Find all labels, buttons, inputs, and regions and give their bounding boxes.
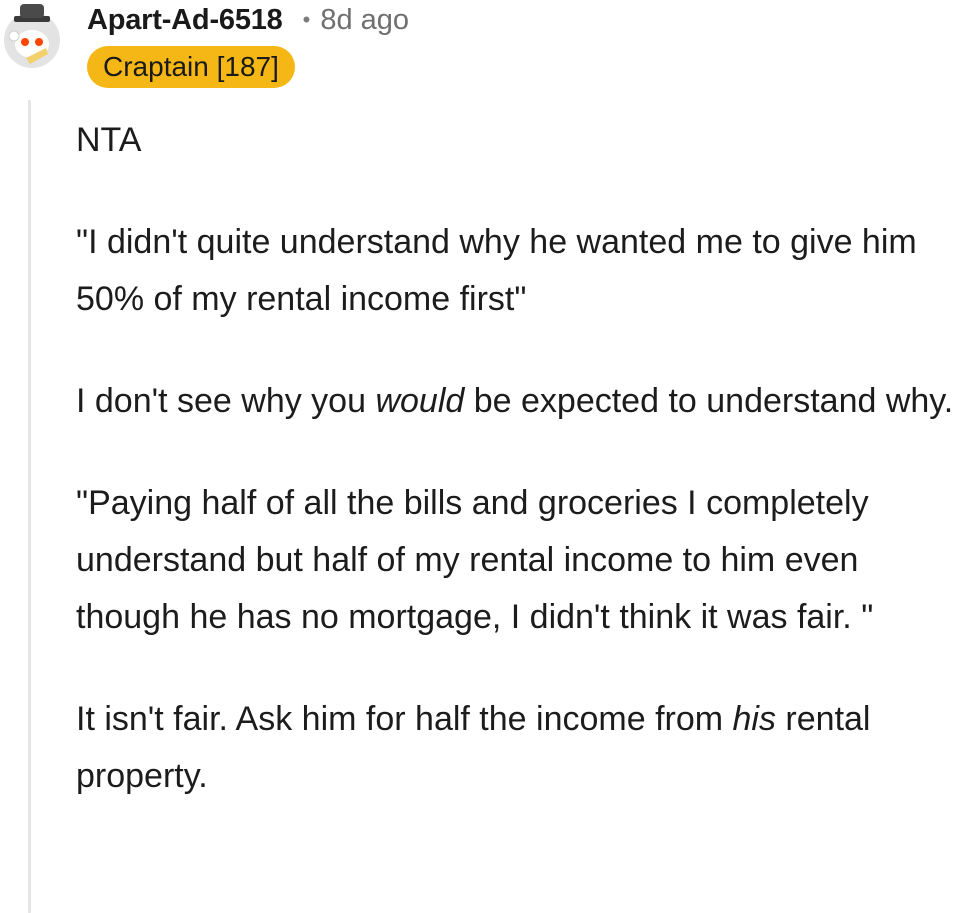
comment-paragraph: NTA bbox=[76, 121, 142, 159]
timestamp[interactable]: 8d ago bbox=[320, 4, 409, 37]
paragraph-text: I don't see why you bbox=[76, 382, 376, 420]
emphasized-text: would bbox=[375, 382, 465, 420]
comment-paragraph: It isn't fair. Ask him for half the inco… bbox=[76, 691, 969, 805]
thread-collapse-line[interactable] bbox=[28, 100, 31, 913]
snoo-avatar-icon[interactable] bbox=[0, 0, 64, 72]
comment-header: Apart-Ad-6518 • 8d ago bbox=[87, 0, 409, 40]
paragraph-text: It isn't fair. Ask him for half the inco… bbox=[76, 700, 733, 738]
separator-dot: • bbox=[302, 7, 311, 32]
comment-paragraph: I don't see why you would be expected to… bbox=[76, 373, 969, 430]
user-flair-badge: Craptain [187] bbox=[87, 46, 295, 88]
comment-paragraph: "Paying half of all the bills and grocer… bbox=[76, 484, 874, 636]
emphasized-text: his bbox=[732, 700, 776, 738]
paragraph-text: be expected to understand why. bbox=[464, 382, 954, 420]
username-link[interactable]: Apart-Ad-6518 bbox=[87, 4, 283, 37]
comment-body: NTA "I didn't quite understand why he wa… bbox=[76, 112, 969, 850]
comment-paragraph: "I didn't quite understand why he wanted… bbox=[76, 223, 917, 318]
